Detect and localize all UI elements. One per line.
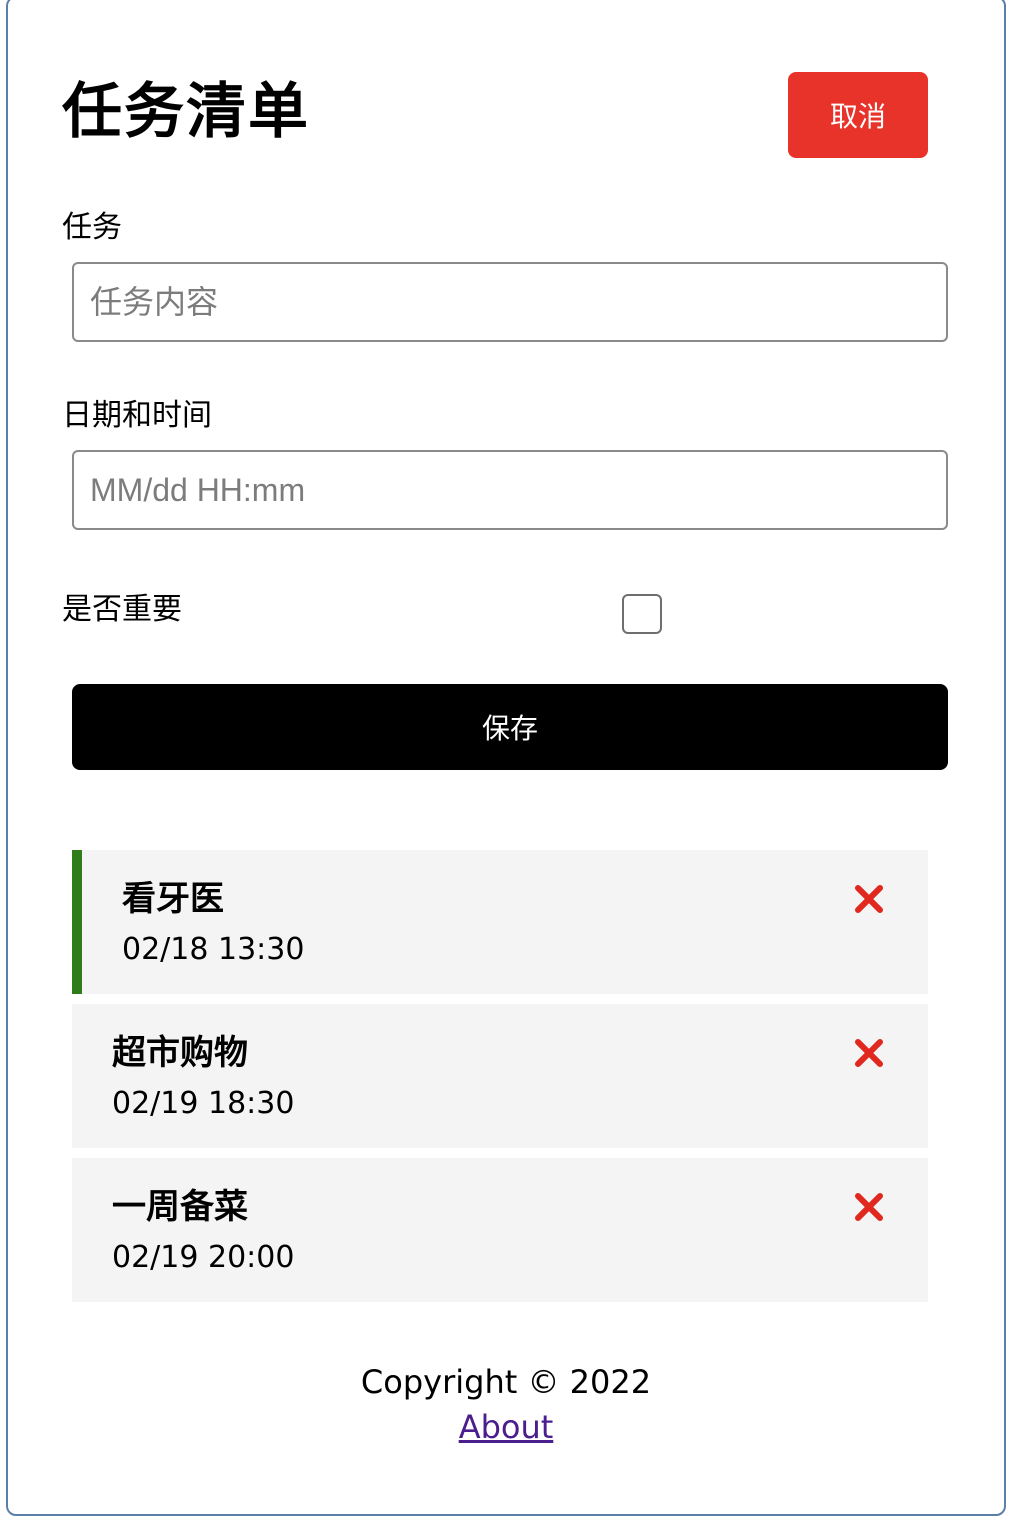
datetime-label: 日期和时间 bbox=[62, 398, 212, 433]
task-list: 看牙医 02/18 13:30 超市购物 02/19 18:30 一周备菜 02… bbox=[72, 850, 928, 1312]
close-icon[interactable] bbox=[854, 884, 884, 914]
task-item[interactable]: 一周备菜 02/19 20:00 bbox=[72, 1158, 928, 1302]
task-item[interactable]: 看牙医 02/18 13:30 bbox=[72, 850, 928, 994]
task-label: 任务 bbox=[62, 210, 122, 245]
save-button[interactable]: 保存 bbox=[72, 684, 948, 770]
task-time: 02/19 18:30 bbox=[112, 1086, 295, 1121]
task-text: 一周备菜 bbox=[112, 1187, 248, 1227]
cancel-button[interactable]: 取消 bbox=[788, 72, 928, 158]
datetime-input[interactable] bbox=[72, 450, 948, 530]
header: 任务清单 取消 bbox=[62, 62, 928, 158]
copyright-text: Copyright © 2022 bbox=[360, 1363, 652, 1401]
task-item[interactable]: 超市购物 02/19 18:30 bbox=[72, 1004, 928, 1148]
about-link[interactable]: About bbox=[459, 1408, 554, 1446]
task-text: 看牙医 bbox=[122, 879, 224, 919]
task-text: 超市购物 bbox=[112, 1033, 248, 1073]
task-time: 02/18 13:30 bbox=[122, 932, 305, 967]
important-checkbox[interactable] bbox=[622, 594, 662, 634]
page-title: 任务清单 bbox=[62, 77, 310, 147]
footer: Copyright © 2022 About bbox=[0, 1360, 1012, 1450]
close-icon[interactable] bbox=[854, 1192, 884, 1222]
task-time: 02/19 20:00 bbox=[112, 1240, 295, 1275]
important-label: 是否重要 bbox=[62, 592, 182, 627]
close-icon[interactable] bbox=[854, 1038, 884, 1068]
task-input[interactable] bbox=[72, 262, 948, 342]
